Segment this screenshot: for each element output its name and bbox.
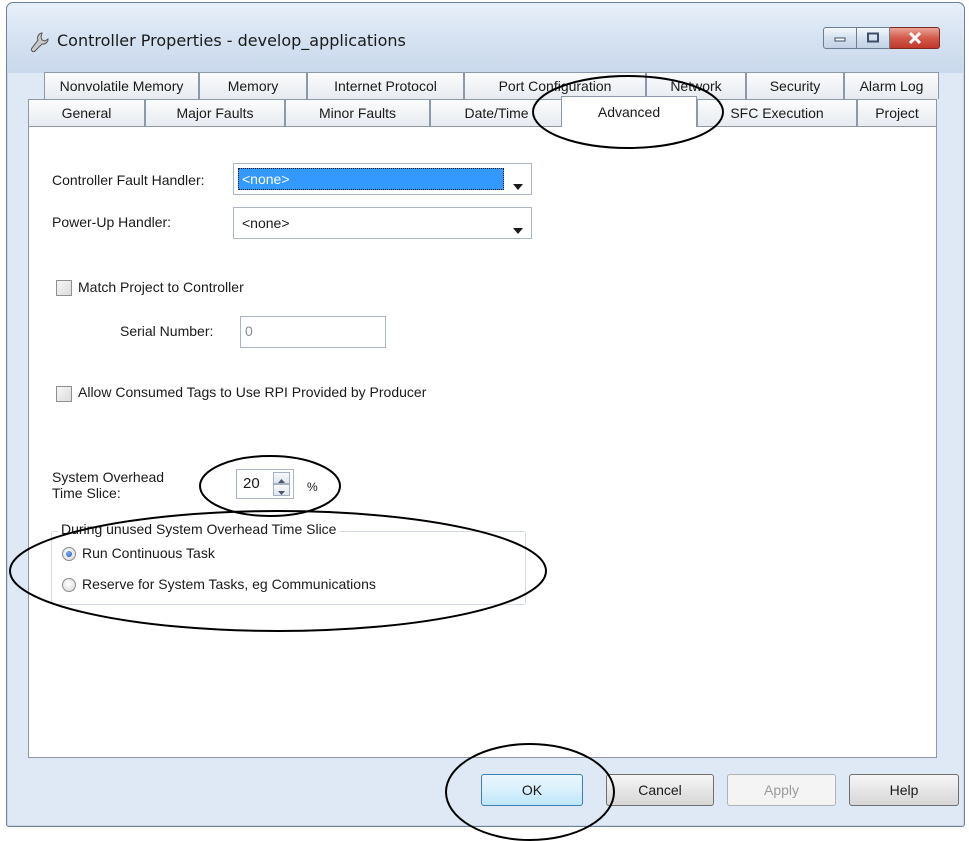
reserve-system-tasks-radio[interactable]	[62, 578, 76, 592]
tab-sfc-execution[interactable]: SFC Execution	[697, 99, 857, 126]
tab-project[interactable]: Project	[857, 99, 937, 126]
run-continuous-task-label: Run Continuous Task	[82, 545, 215, 561]
fault-handler-select[interactable]: <none>	[233, 163, 532, 195]
group-title: During unused System Overhead Time Slice	[58, 521, 340, 537]
tab-port-configuration[interactable]: Port Configuration	[464, 72, 646, 99]
ok-button[interactable]: OK	[481, 774, 583, 806]
tab-minor-faults[interactable]: Minor Faults	[285, 99, 430, 126]
allow-consumed-tags-checkbox[interactable]	[56, 386, 72, 402]
unused-overhead-groupbox	[51, 531, 526, 605]
powerup-handler-select[interactable]: <none>	[233, 207, 532, 239]
minimize-button[interactable]	[823, 27, 857, 49]
maximize-button[interactable]	[857, 27, 890, 49]
allow-consumed-tags-label: Allow Consumed Tags to Use RPI Provided …	[78, 384, 427, 400]
match-project-checkbox[interactable]	[56, 280, 72, 296]
overhead-label-line2: Time Slice:	[52, 485, 121, 501]
tab-network[interactable]: Network	[646, 72, 746, 99]
chevron-down-icon	[513, 221, 523, 237]
maximize-icon	[866, 32, 880, 44]
run-continuous-task-radio[interactable]	[62, 547, 76, 561]
fault-handler-value: <none>	[238, 168, 504, 190]
tab-internet-protocol[interactable]: Internet Protocol	[307, 72, 464, 99]
help-button[interactable]: Help	[849, 774, 959, 806]
powerup-handler-value: <none>	[242, 215, 290, 231]
serial-number-label: Serial Number:	[120, 323, 214, 339]
overhead-unit: %	[307, 480, 318, 494]
tab-memory[interactable]: Memory	[199, 72, 307, 99]
tab-nonvolatile-memory[interactable]: Nonvolatile Memory	[44, 72, 199, 99]
minimize-icon	[833, 34, 847, 42]
close-icon	[907, 31, 923, 45]
reserve-system-tasks-label: Reserve for System Tasks, eg Communicati…	[82, 576, 376, 592]
match-project-label: Match Project to Controller	[78, 279, 244, 295]
spin-down-button[interactable]	[273, 484, 290, 496]
tab-advanced[interactable]: Advanced	[561, 96, 697, 127]
overhead-time-slice-spinner[interactable]: 20	[236, 469, 294, 499]
fault-handler-label: Controller Fault Handler:	[52, 172, 205, 188]
overhead-label-line1: System Overhead	[52, 469, 165, 485]
cancel-button[interactable]: Cancel	[606, 774, 714, 806]
tab-security[interactable]: Security	[746, 72, 844, 99]
apply-button[interactable]: Apply	[727, 774, 836, 806]
close-button[interactable]	[890, 27, 940, 49]
window-title: Controller Properties - develop_applicat…	[57, 31, 406, 50]
chevron-down-icon	[278, 482, 285, 498]
chevron-down-icon	[513, 177, 523, 193]
tab-major-faults[interactable]: Major Faults	[145, 99, 285, 126]
overhead-value: 20	[243, 475, 260, 492]
serial-number-field[interactable]: 0	[240, 316, 386, 348]
title-bar[interactable]: Controller Properties - develop_applicat…	[7, 3, 964, 73]
tab-date-time[interactable]: Date/Time	[430, 99, 563, 126]
powerup-handler-label: Power-Up Handler:	[52, 214, 172, 230]
wrench-icon	[29, 31, 49, 53]
tab-alarm-log[interactable]: Alarm Log	[844, 72, 939, 99]
tab-general[interactable]: General	[28, 99, 145, 126]
